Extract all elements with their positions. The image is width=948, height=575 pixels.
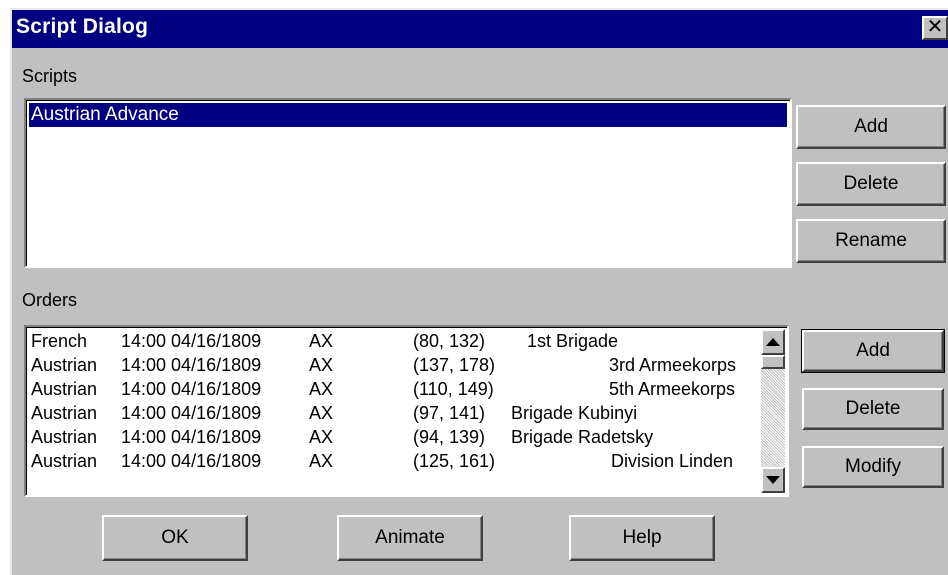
order-coord: (97, 141) bbox=[413, 403, 486, 423]
order-unit: 3rd Armeekorps bbox=[609, 355, 737, 375]
animate-button[interactable]: Animate bbox=[337, 515, 483, 561]
scroll-up-button[interactable] bbox=[761, 329, 785, 355]
order-side: Austrian bbox=[31, 355, 98, 375]
order-unit: 5th Armeekorps bbox=[609, 379, 736, 399]
order-unit: Brigade Kubinyi bbox=[511, 403, 638, 423]
script-item-austrian-advance[interactable]: Austrian Advance bbox=[29, 103, 787, 127]
order-code: AX bbox=[309, 379, 334, 399]
order-row[interactable]: Austrian 14:00 04/16/1809 AX (110, 149) … bbox=[29, 377, 751, 401]
order-coord: (94, 139) bbox=[413, 427, 486, 447]
order-coord: (80, 132) bbox=[413, 331, 486, 351]
orders-delete-button[interactable]: Delete bbox=[802, 388, 944, 430]
ok-button[interactable]: OK bbox=[102, 515, 248, 561]
order-side: Austrian bbox=[31, 427, 98, 447]
order-unit: 1st Brigade bbox=[527, 331, 619, 351]
order-row[interactable]: Austrian 14:00 04/16/1809 AX (125, 161) … bbox=[29, 449, 751, 473]
order-code: AX bbox=[309, 427, 334, 447]
help-button[interactable]: Help bbox=[569, 515, 715, 561]
order-time: 14:00 04/16/1809 bbox=[121, 355, 262, 375]
order-code: AX bbox=[309, 331, 334, 351]
order-time: 14:00 04/16/1809 bbox=[121, 427, 262, 447]
orders-listbox[interactable]: French 14:00 04/16/1809 AX (80, 132) 1st… bbox=[24, 325, 789, 497]
scripts-add-button[interactable]: Add bbox=[796, 105, 946, 149]
scripts-delete-button[interactable]: Delete bbox=[796, 162, 946, 206]
orders-label: Orders bbox=[22, 290, 78, 310]
orders-add-button[interactable]: Add bbox=[801, 329, 945, 373]
script-dialog: Script Dialog ✕ Scripts Austrian Advance… bbox=[10, 8, 948, 575]
order-unit: Division Linden bbox=[611, 451, 734, 471]
order-row[interactable]: French 14:00 04/16/1809 AX (80, 132) 1st… bbox=[29, 329, 751, 353]
order-code: AX bbox=[309, 355, 334, 375]
order-coord: (110, 149) bbox=[413, 379, 494, 399]
scroll-down-button[interactable] bbox=[761, 467, 785, 493]
order-code: AX bbox=[309, 451, 334, 471]
scripts-listbox[interactable]: Austrian Advance bbox=[24, 98, 792, 268]
order-side: French bbox=[31, 331, 88, 351]
scroll-up-arrow-icon bbox=[766, 338, 780, 346]
orders-scrollbar[interactable] bbox=[761, 329, 785, 493]
order-coord: (125, 161) bbox=[413, 451, 496, 471]
scroll-thumb[interactable] bbox=[761, 355, 785, 369]
scripts-rename-button[interactable]: Rename bbox=[796, 219, 946, 263]
close-button[interactable]: ✕ bbox=[922, 16, 948, 40]
order-row[interactable]: Austrian 14:00 04/16/1809 AX (97, 141) B… bbox=[29, 401, 751, 425]
window-title: Script Dialog bbox=[16, 15, 149, 38]
order-unit: Brigade Radetsky bbox=[511, 427, 654, 447]
order-time: 14:00 04/16/1809 bbox=[121, 403, 262, 423]
order-coord: (137, 178) bbox=[413, 355, 496, 375]
order-time: 14:00 04/16/1809 bbox=[121, 379, 262, 399]
close-icon: ✕ bbox=[926, 16, 944, 38]
order-side: Austrian bbox=[31, 451, 98, 471]
orders-modify-button[interactable]: Modify bbox=[802, 446, 944, 488]
order-time: 14:00 04/16/1809 bbox=[121, 331, 262, 351]
order-time: 14:00 04/16/1809 bbox=[121, 451, 262, 471]
order-side: Austrian bbox=[31, 403, 98, 423]
order-code: AX bbox=[309, 403, 334, 423]
scripts-label: Scripts bbox=[22, 66, 78, 86]
order-side: Austrian bbox=[31, 379, 98, 399]
order-row[interactable]: Austrian 14:00 04/16/1809 AX (94, 139) B… bbox=[29, 425, 751, 449]
title-bar[interactable]: Script Dialog ✕ bbox=[12, 10, 948, 48]
order-row[interactable]: Austrian 14:00 04/16/1809 AX (137, 178) … bbox=[29, 353, 751, 377]
scroll-down-arrow-icon bbox=[766, 476, 780, 484]
